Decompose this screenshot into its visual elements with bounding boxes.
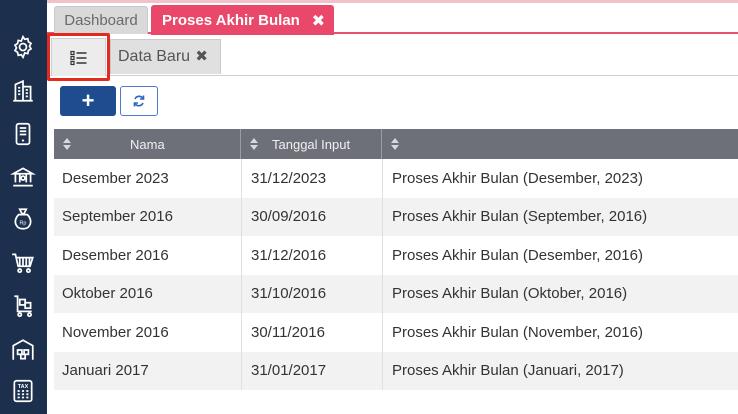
building-icon[interactable] [9,77,37,105]
cell-keterangan: Proses Akhir Bulan (Oktober, 2016) [382,274,738,313]
svg-text:TAX: TAX [18,384,29,390]
bank-icon[interactable] [9,163,37,191]
subtab-bar: Data Baru ✖ [47,33,738,81]
cell-tanggal: 31/12/2016 [241,236,382,275]
trolley-icon[interactable] [9,292,37,320]
column-header-keterangan[interactable] [382,129,738,159]
mobile-book-icon[interactable] [9,120,37,148]
cell-nama: November 2016 [62,323,169,341]
cell-tanggal: 31/01/2017 [241,351,382,390]
tab-dashboard[interactable]: Dashboard [54,6,148,34]
tab-proses-akhir-bulan[interactable]: Proses Akhir Bulan ✖ [151,5,334,35]
tab-dashboard-label: Dashboard [64,12,138,29]
tab-proses-label: Proses Akhir Bulan [162,11,300,29]
table-row[interactable]: Januari 2017 31/01/2017 Proses Akhir Bul… [54,351,738,390]
cell-keterangan: Proses Akhir Bulan (September, 2016) [382,197,738,236]
cell-nama: Desember 2023 [62,169,169,187]
cell-nama: Oktober 2016 [62,285,153,303]
list-view-tab[interactable] [51,38,106,76]
cell-tanggal: 30/09/2016 [241,197,382,236]
refresh-icon [133,95,145,107]
table-row[interactable]: November 2016 30/11/2016 Proses Akhir Bu… [54,313,738,352]
refresh-button[interactable] [120,86,158,116]
cell-tanggal: 31/10/2016 [241,274,382,313]
svg-text:Rp: Rp [20,220,27,226]
tab-data-baru-label: Data Baru [118,48,191,65]
table-header: Nama Tanggal Input [54,129,738,159]
column-header-tanggal-input[interactable]: Tanggal Input [241,129,382,159]
table-row[interactable]: Oktober 2016 31/10/2016 Proses Akhir Bul… [54,274,738,313]
sort-icon [250,138,258,150]
list-icon [69,50,86,65]
table-row[interactable]: September 2016 30/09/2016 Proses Akhir B… [54,197,738,236]
cell-tanggal: 30/11/2016 [241,313,382,352]
cell-keterangan: Proses Akhir Bulan (Desember, 2016) [382,236,738,275]
gear-icon[interactable] [9,33,37,61]
cell-nama: September 2016 [62,208,173,226]
cell-keterangan: Proses Akhir Bulan (Desember, 2023) [382,159,738,198]
tax-calculator-icon[interactable]: TAX [9,377,37,405]
tab-bar: Dashboard Proses Akhir Bulan ✖ [47,0,738,35]
cell-keterangan: Proses Akhir Bulan (Januari, 2017) [382,351,738,390]
money-bag-icon[interactable]: Rp [9,205,37,233]
add-button[interactable]: + [60,86,116,116]
sort-icon [391,138,399,150]
data-table: Nama Tanggal Input Desember 2023 31/12/2… [54,129,738,390]
warehouse-icon[interactable] [9,336,37,364]
cell-tanggal: 31/12/2023 [241,159,382,198]
column-header-nama[interactable]: Nama [54,129,241,159]
cell-keterangan: Proses Akhir Bulan (November, 2016) [382,313,738,352]
left-sidebar: Rp TAX [0,0,47,414]
tab-data-baru[interactable]: Data Baru ✖ [110,39,221,74]
cart-icon[interactable] [9,249,37,277]
table-row[interactable]: Desember 2023 31/12/2023 Proses Akhir Bu… [54,159,738,198]
sort-icon [63,138,71,150]
cell-nama: Januari 2017 [62,362,149,380]
close-tab-icon[interactable]: ✖ [312,11,325,31]
plus-icon: + [81,88,95,113]
table-row[interactable]: Desember 2016 31/12/2016 Proses Akhir Bu… [54,236,738,275]
close-subtab-icon[interactable]: ✖ [195,47,208,65]
cell-nama: Desember 2016 [62,246,169,264]
main-content: Dashboard Proses Akhir Bulan ✖ Data Baru… [47,0,738,414]
